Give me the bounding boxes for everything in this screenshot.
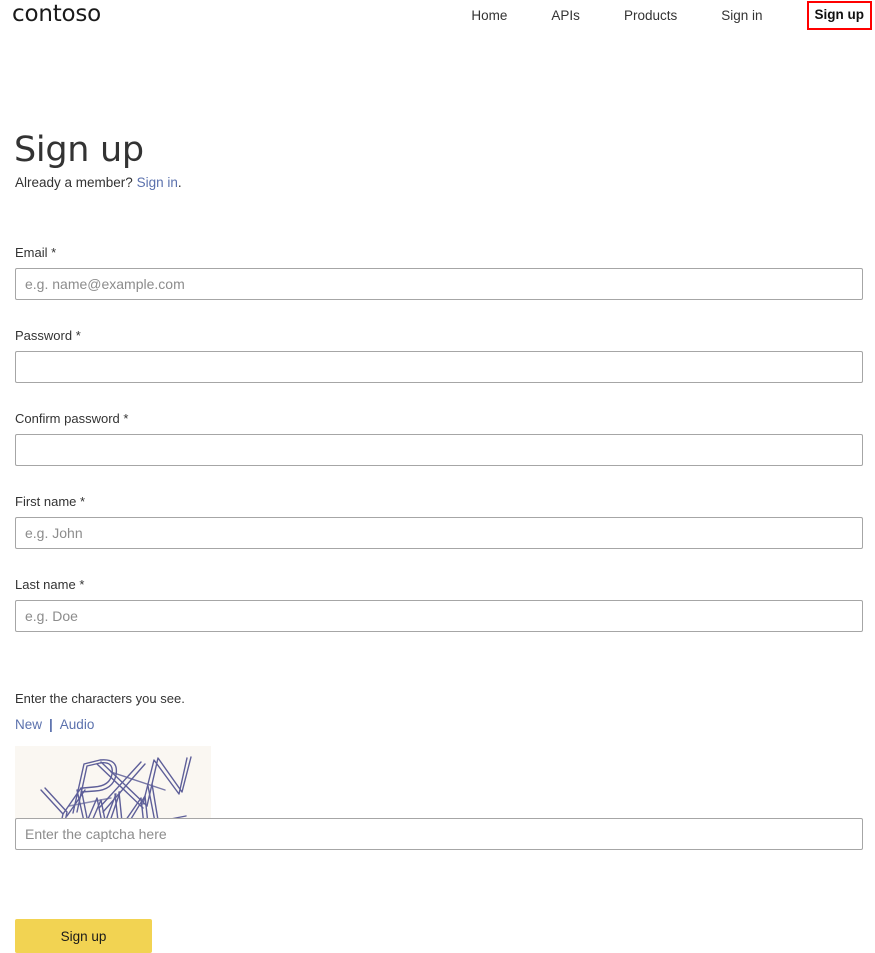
nav-item-sign-in[interactable]: Sign in: [721, 8, 762, 24]
nav-item-sign-up-highlight: Sign up: [806, 1, 872, 30]
already-member-text: Already a member? Sign in.: [15, 174, 182, 192]
captcha-input[interactable]: [15, 818, 863, 850]
captcha-link-separator: |: [49, 717, 53, 732]
nav-item-home[interactable]: Home: [471, 8, 507, 24]
signup-submit-button[interactable]: Sign up: [15, 919, 152, 953]
nav-item-products[interactable]: Products: [624, 8, 677, 24]
site-header: contoso Home APIs Products Sign in Sign …: [0, 0, 875, 31]
captcha-instructions: Enter the characters you see.: [15, 691, 185, 706]
field-email: Email *: [15, 244, 863, 300]
field-confirm-password: Confirm password *: [15, 410, 863, 466]
last-name-label: Last name *: [15, 577, 85, 592]
sign-in-link[interactable]: Sign in: [137, 175, 178, 190]
field-first-name: First name *: [15, 493, 863, 549]
first-name-input[interactable]: [15, 517, 863, 549]
page-title: Sign up: [14, 130, 144, 171]
email-label: Email *: [15, 245, 57, 260]
brand-logo[interactable]: contoso: [12, 0, 101, 28]
first-name-label: First name *: [15, 494, 86, 509]
password-label: Password *: [15, 328, 81, 343]
field-captcha: [15, 818, 863, 850]
confirm-password-input[interactable]: [15, 434, 863, 466]
nav-item-apis[interactable]: APIs: [551, 8, 580, 24]
confirm-password-label: Confirm password *: [15, 411, 129, 426]
nav-item-sign-up[interactable]: Sign up: [815, 7, 865, 22]
field-password: Password *: [15, 327, 863, 383]
captcha-audio-link[interactable]: Audio: [60, 717, 95, 732]
main-navigation: Home APIs Products Sign in Sign up: [471, 0, 875, 31]
already-member-prefix: Already a member?: [15, 175, 137, 190]
email-input[interactable]: [15, 268, 863, 300]
captcha-new-link[interactable]: New: [15, 717, 42, 732]
password-input[interactable]: [15, 351, 863, 383]
captcha-links: New | Audio: [15, 716, 94, 734]
field-last-name: Last name *: [15, 576, 863, 632]
already-member-suffix: .: [177, 175, 182, 190]
last-name-input[interactable]: [15, 600, 863, 632]
